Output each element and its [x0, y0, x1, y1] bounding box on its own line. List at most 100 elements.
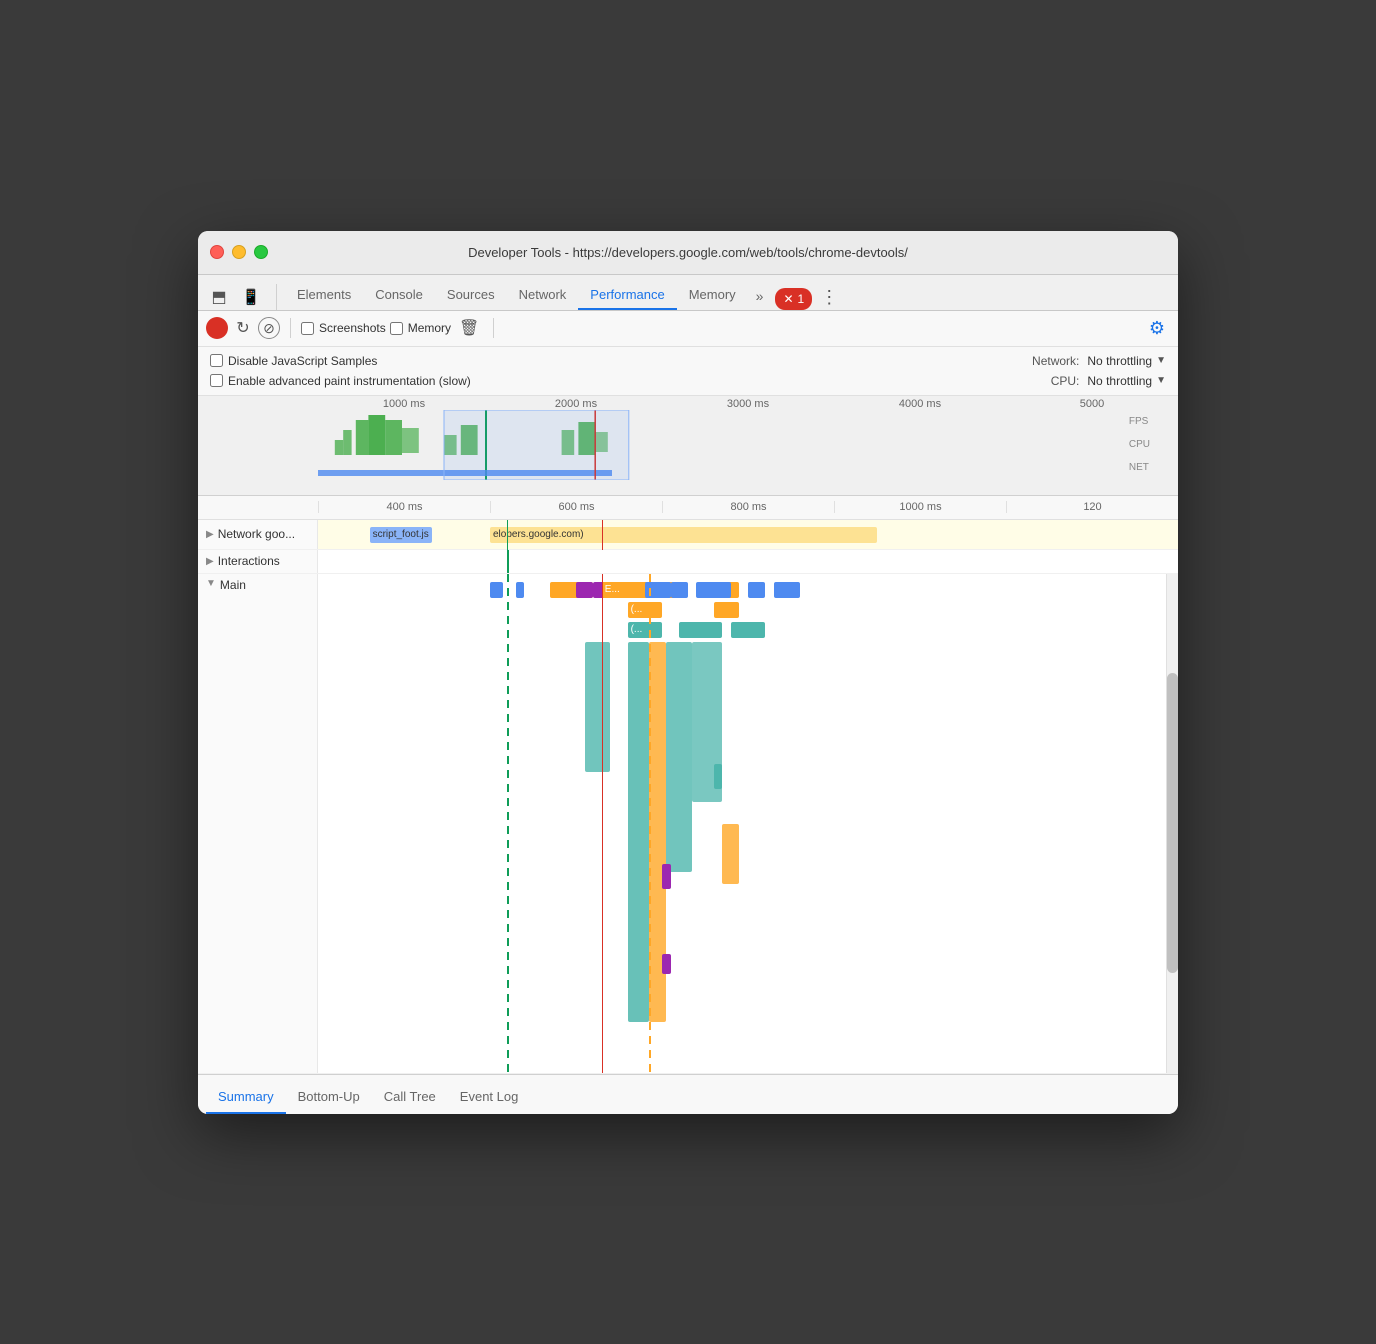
- more-tabs-icon[interactable]: »: [748, 282, 772, 310]
- fb-paren-1[interactable]: (...: [628, 602, 662, 618]
- fb-orange-tall-2[interactable]: [722, 824, 739, 884]
- time-mark-600: 600 ms: [490, 501, 662, 513]
- fb-purple-small[interactable]: [662, 954, 671, 974]
- time-mark-400: 400 ms: [318, 501, 490, 513]
- interactions-track-label[interactable]: ▶ Interactions: [198, 550, 318, 573]
- network-track-label[interactable]: ▶ Network goo...: [198, 520, 318, 549]
- fb-teal-tall-2[interactable]: [628, 642, 650, 1022]
- record-bar: ↻ ⊘ Screenshots Memory 🗑 ⚙: [198, 311, 1178, 347]
- main-track-label[interactable]: ▼ Main: [198, 574, 318, 1073]
- interactions-track-row: ▶ Interactions: [198, 550, 1178, 574]
- main-orange-dashed: [649, 574, 651, 1073]
- more-options-icon[interactable]: ⋮: [812, 284, 846, 310]
- tab-memory[interactable]: Memory: [677, 281, 748, 310]
- clear-recordings-button[interactable]: 🗑: [455, 316, 483, 340]
- advanced-paint-label[interactable]: Enable advanced paint instrumentation (s…: [210, 374, 1051, 388]
- fb-blue-4[interactable]: [671, 582, 688, 598]
- fb-blue-6[interactable]: [748, 582, 765, 598]
- time-ruler-marks: 400 ms 600 ms 800 ms 1000 ms 120: [318, 501, 1178, 513]
- main-track-content[interactable]: E... (... (...: [318, 574, 1178, 1073]
- bottom-tab-bottom-up[interactable]: Bottom-Up: [286, 1081, 372, 1114]
- error-icon: ✕: [783, 292, 793, 306]
- time-mark-120: 120: [1006, 501, 1178, 513]
- fb-teal-thin[interactable]: [714, 764, 723, 789]
- fb-purple-1[interactable]: [576, 582, 593, 598]
- fps-label: FPS: [1129, 416, 1150, 427]
- fb-purple-tall[interactable]: [662, 864, 671, 889]
- tab-sources[interactable]: Sources: [435, 281, 507, 310]
- network-track-row: ▶ Network goo... script_foot.js elopers.…: [198, 520, 1178, 550]
- flame-chart-area: 400 ms 600 ms 800 ms 1000 ms 120 ▶ Netwo…: [198, 496, 1178, 1074]
- disable-js-text: Disable JavaScript Samples: [228, 354, 377, 368]
- memory-checkbox-label[interactable]: Memory: [390, 321, 451, 335]
- main-track-row: ▼ Main E... (...: [198, 574, 1178, 1074]
- main-chevron: ▼: [206, 578, 216, 589]
- settings-right-1: Network: No throttling ▼: [1032, 354, 1166, 368]
- selection-overlay[interactable]: [444, 410, 629, 480]
- network-track-content: script_foot.js elopers.google.com): [318, 520, 1178, 550]
- tab-network[interactable]: Network: [507, 281, 579, 310]
- fb-teal-tall-1[interactable]: [585, 642, 611, 772]
- overview-side-labels: FPS CPU NET: [1129, 410, 1150, 480]
- settings-gear-button[interactable]: ⚙: [1144, 315, 1170, 341]
- interactions-green-line: [507, 550, 509, 573]
- cpu-throttle-select[interactable]: No throttling ▼: [1087, 374, 1166, 388]
- main-green-dashed: [507, 574, 509, 1073]
- fb-teal-1[interactable]: [679, 622, 722, 638]
- fb-blue-7[interactable]: [774, 582, 800, 598]
- title-bar: Developer Tools - https://developers.goo…: [198, 231, 1178, 275]
- fb-paren-2[interactable]: (...: [628, 622, 662, 638]
- network-dropdown-arrow: ▼: [1156, 355, 1166, 366]
- fb-teal-tall-3[interactable]: [666, 642, 692, 872]
- record-button[interactable]: [206, 317, 228, 339]
- cpu-label: CPU:: [1051, 374, 1080, 388]
- scrollbar[interactable]: [1166, 574, 1178, 1073]
- settings-right-2: CPU: No throttling ▼: [1051, 374, 1166, 388]
- error-badge[interactable]: ✕ 1: [775, 288, 812, 310]
- network-label: Network:: [1032, 354, 1079, 368]
- tab-elements[interactable]: Elements: [285, 281, 363, 310]
- maximize-button[interactable]: [254, 245, 268, 259]
- tab-performance[interactable]: Performance: [578, 281, 676, 310]
- settings-left-2: Enable advanced paint instrumentation (s…: [210, 374, 1051, 388]
- green-time-line: [507, 520, 508, 550]
- tab-console[interactable]: Console: [363, 281, 435, 310]
- fb-blue-5[interactable]: [696, 582, 730, 598]
- disable-js-checkbox[interactable]: [210, 354, 223, 367]
- cpu-throttle-value: No throttling: [1087, 374, 1152, 388]
- screenshots-checkbox-label[interactable]: Screenshots: [301, 321, 386, 335]
- network-throttle-select[interactable]: No throttling ▼: [1087, 354, 1166, 368]
- main-track-name: Main: [220, 578, 246, 592]
- net-label: NET: [1129, 462, 1150, 473]
- settings-right: ⚙: [1144, 315, 1170, 341]
- traffic-lights: [210, 245, 268, 259]
- overview-mark-3000: 3000 ms: [662, 398, 834, 410]
- screenshots-checkbox[interactable]: [301, 322, 314, 335]
- fb-blue-1[interactable]: [490, 582, 503, 598]
- device-mode-icon[interactable]: 📱: [238, 284, 264, 310]
- fb-teal-2[interactable]: [731, 622, 765, 638]
- memory-checkbox[interactable]: [390, 322, 403, 335]
- close-button[interactable]: [210, 245, 224, 259]
- window-title: Developer Tools - https://developers.goo…: [468, 245, 908, 260]
- fb-blue-2[interactable]: [516, 582, 525, 598]
- bottom-tab-summary[interactable]: Summary: [206, 1081, 286, 1114]
- advanced-paint-checkbox[interactable]: [210, 374, 223, 387]
- timeline-overview[interactable]: 1000 ms 2000 ms 3000 ms 4000 ms 5000: [198, 396, 1178, 496]
- bottom-tab-call-tree[interactable]: Call Tree: [372, 1081, 448, 1114]
- scrollbar-thumb[interactable]: [1167, 673, 1178, 972]
- clear-button[interactable]: ⊘: [258, 317, 280, 339]
- minimize-button[interactable]: [232, 245, 246, 259]
- settings-bar: Disable JavaScript Samples Network: No t…: [198, 347, 1178, 396]
- reload-button[interactable]: ↻: [232, 317, 254, 339]
- bottom-tab-event-log[interactable]: Event Log: [448, 1081, 531, 1114]
- overview-mark-1000: 1000 ms: [318, 398, 490, 410]
- settings-row-1: Disable JavaScript Samples Network: No t…: [210, 351, 1166, 371]
- advanced-paint-text: Enable advanced paint instrumentation (s…: [228, 374, 471, 388]
- memory-label: Memory: [408, 321, 451, 335]
- network-seg-2[interactable]: elopers.google.com): [490, 527, 877, 543]
- fb-orange-3[interactable]: [714, 602, 740, 618]
- inspect-element-icon[interactable]: ⬒: [206, 284, 232, 310]
- network-seg-1[interactable]: script_foot.js: [370, 527, 432, 543]
- disable-js-label[interactable]: Disable JavaScript Samples: [210, 354, 1032, 368]
